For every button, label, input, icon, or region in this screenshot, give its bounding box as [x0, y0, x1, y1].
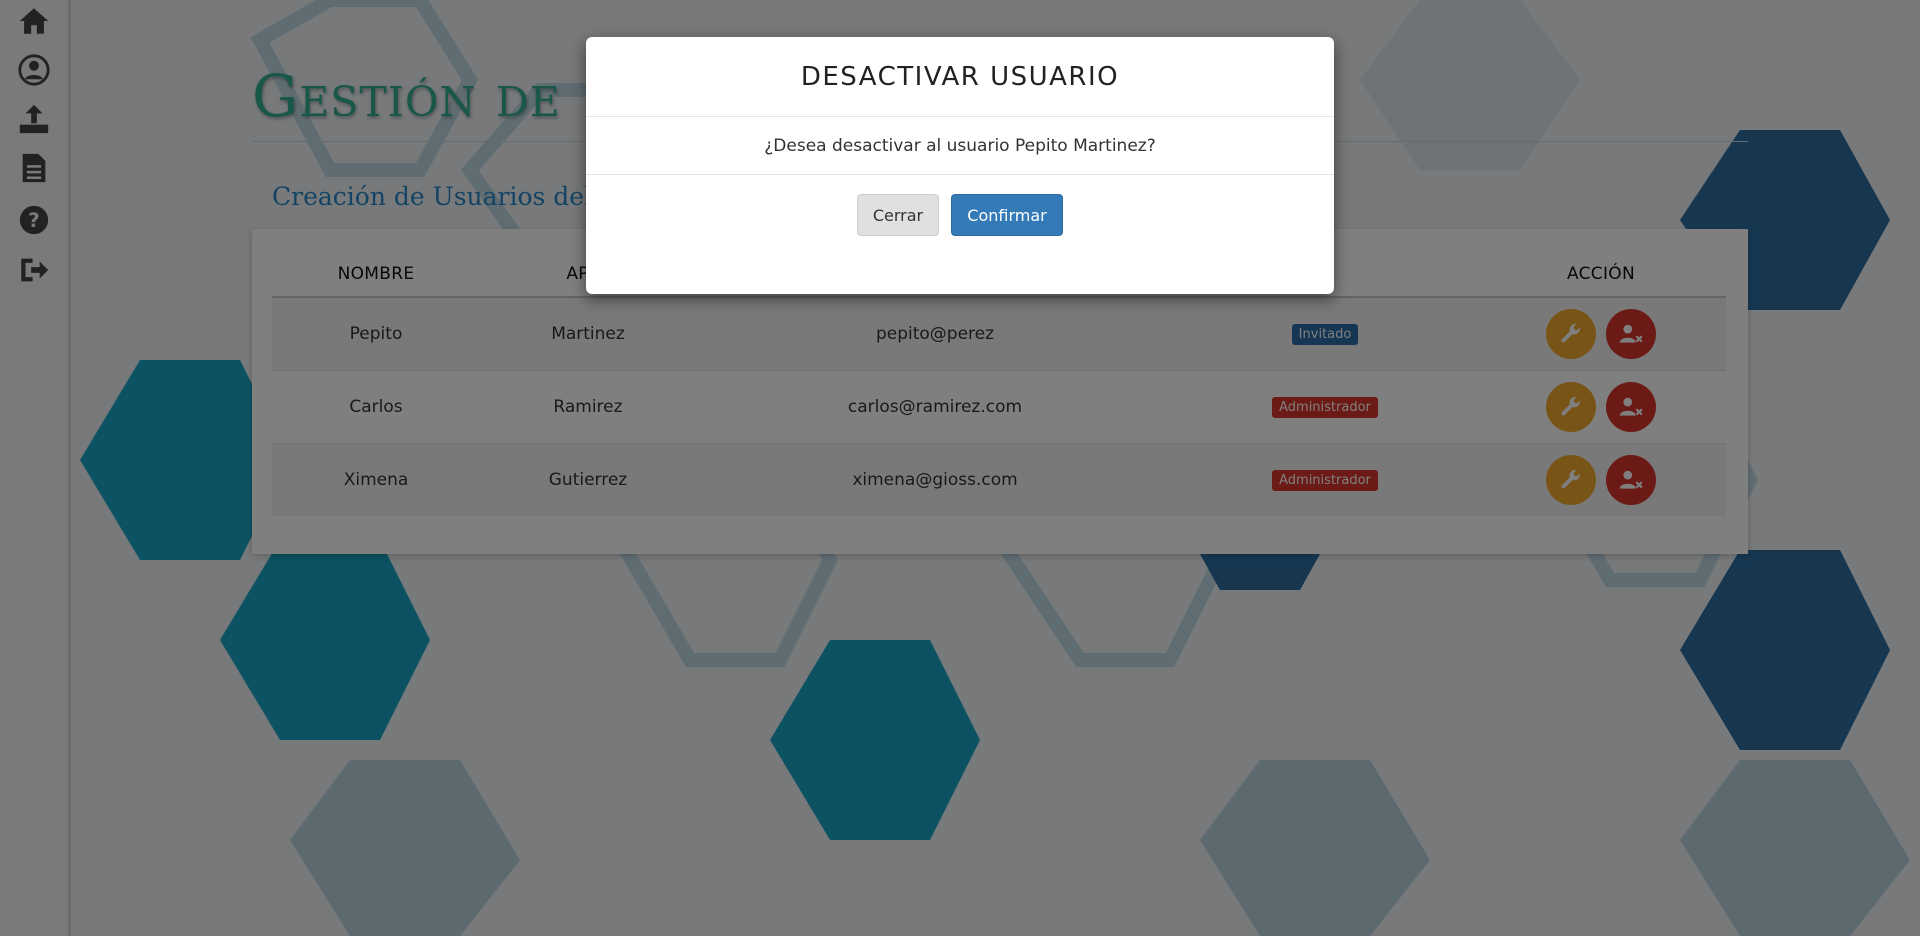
modal-footer: Cerrar Confirmar	[586, 175, 1334, 236]
modal-message: ¿Desea desactivar al usuario Pepito Mart…	[586, 117, 1334, 175]
deactivate-user-modal: DESACTIVAR USUARIO ¿Desea desactivar al …	[586, 37, 1334, 294]
modal-header: DESACTIVAR USUARIO	[586, 37, 1334, 117]
confirm-button[interactable]: Confirmar	[951, 194, 1063, 236]
modal-title: DESACTIVAR USUARIO	[800, 61, 1120, 92]
close-button[interactable]: Cerrar	[857, 194, 939, 236]
